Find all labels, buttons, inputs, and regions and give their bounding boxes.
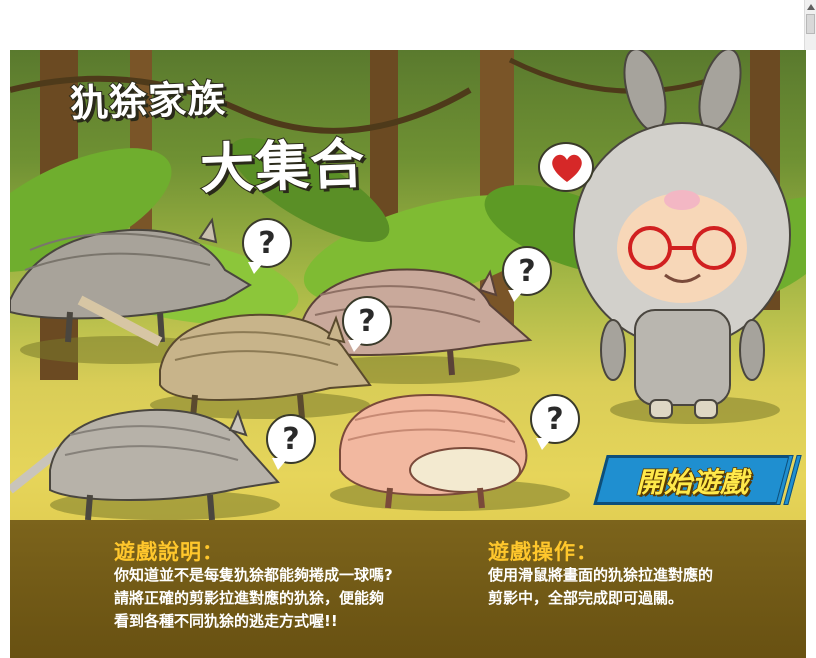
controls-body: 使用滑鼠將畫面的犰狳拉進對應的 剪影中，全部完成即可過關。 xyxy=(488,566,714,607)
scrollbar[interactable] xyxy=(804,0,816,50)
game-stage: 犰狳家族 大集合 ? ? ? ? ? 開始遊戲 遊戲說明： 你知道並不是每隻犰狳… xyxy=(10,50,806,658)
game-title-line1: 犰狳家族 xyxy=(68,74,227,126)
question-bubble: ? xyxy=(530,394,580,450)
heart-bubble xyxy=(538,142,594,192)
heart-icon xyxy=(552,154,582,182)
instruction-panel: 遊戲說明： 你知道並不是每隻犰狳都能夠捲成一球嗎? 請將正確的剪影拉進對應的犰狳… xyxy=(10,520,806,658)
question-bubble: ? xyxy=(266,414,316,470)
start-game-label: 開始遊戲 xyxy=(635,465,749,500)
scroll-thumb[interactable] xyxy=(806,14,815,34)
question-bubble: ? xyxy=(342,296,392,352)
scroll-up-arrow-icon[interactable] xyxy=(807,4,815,10)
controls-title: 遊戲操作： xyxy=(488,540,598,564)
game-title-line2: 大集合 xyxy=(198,130,367,202)
question-bubble: ? xyxy=(242,218,292,274)
start-game-button[interactable]: 開始遊戲 xyxy=(590,455,802,505)
question-bubble: ? xyxy=(502,246,552,302)
instructions-body: 你知道並不是每隻犰狳都能夠捲成一球嗎? 請將正確的剪影拉進對應的犰狳，便能夠 看… xyxy=(114,566,393,630)
vine xyxy=(508,57,711,94)
browser-top-area xyxy=(0,0,816,50)
instructions-title: 遊戲說明： xyxy=(114,540,224,564)
